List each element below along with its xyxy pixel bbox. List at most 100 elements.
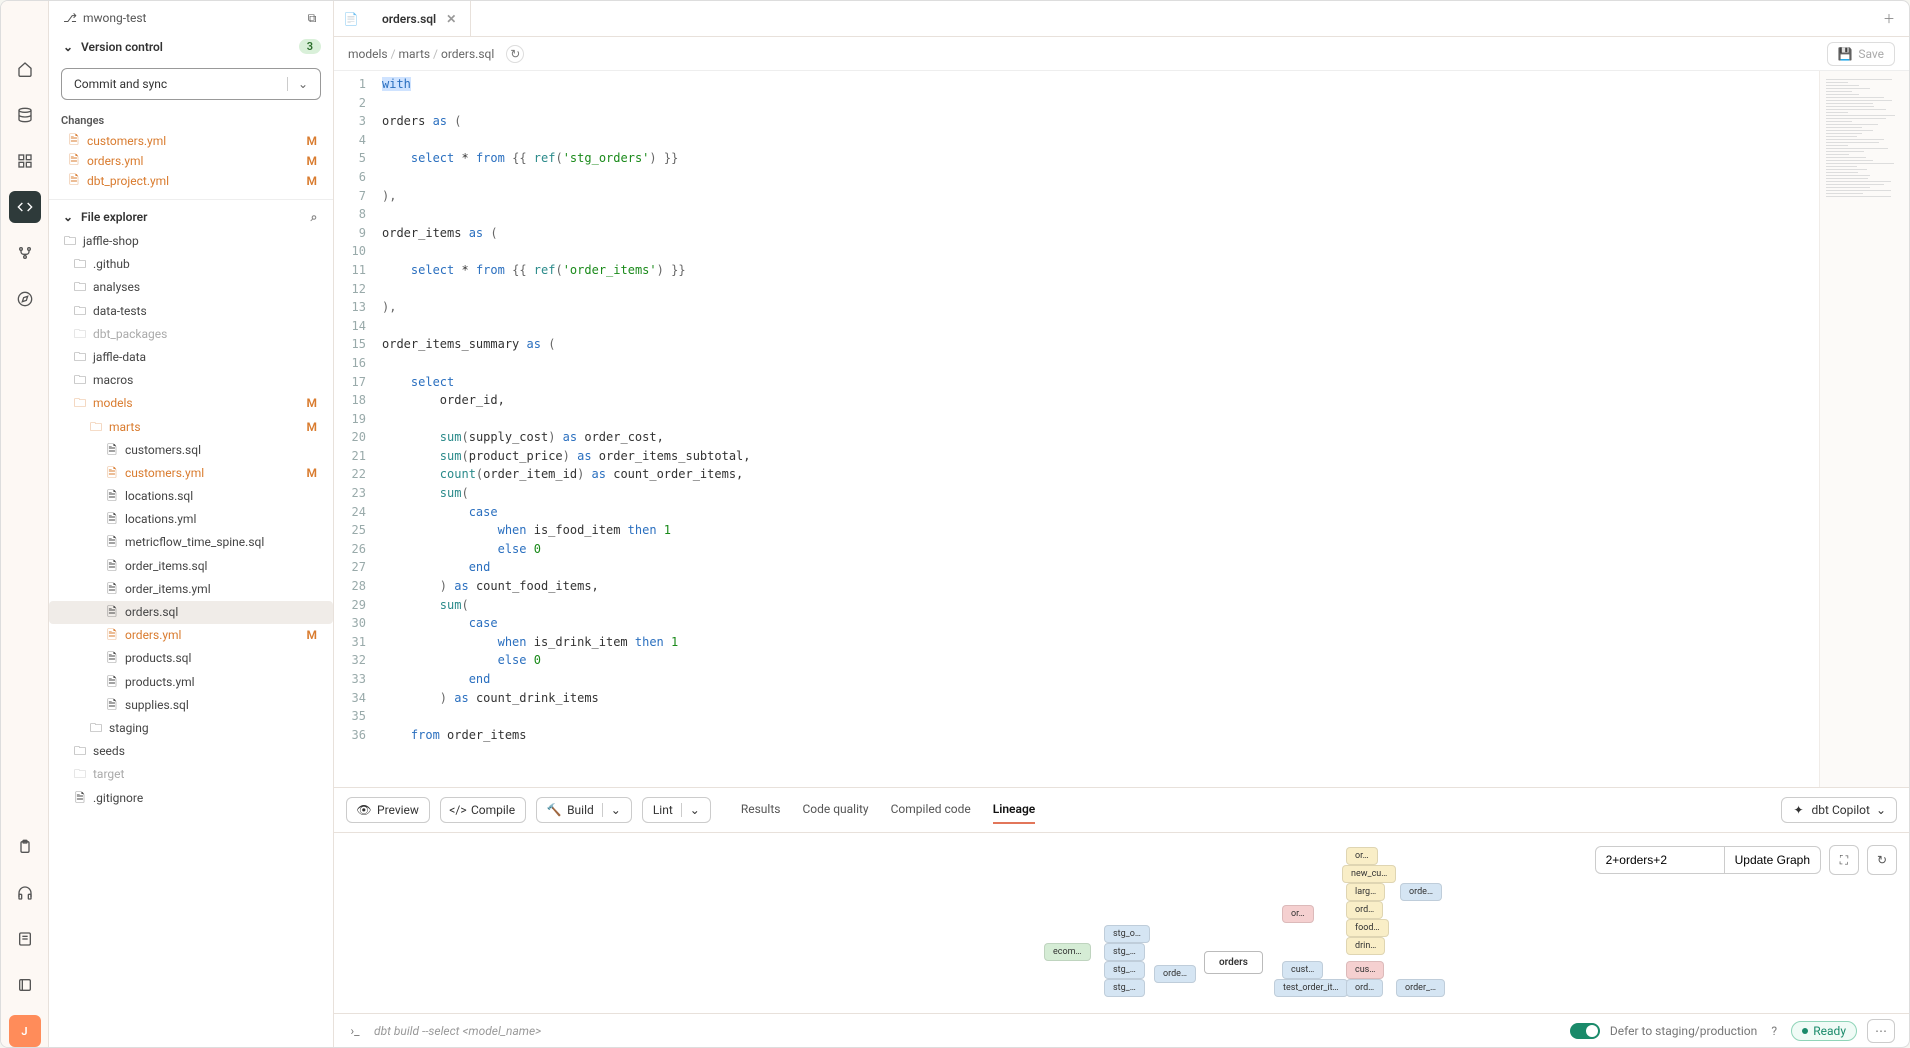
tree-folder[interactable]: 🗀dbt_packages	[49, 323, 333, 346]
tree-folder[interactable]: 🗀jaffle-shop	[49, 230, 333, 253]
tree-folder[interactable]: 🗀analyses	[49, 276, 333, 299]
chevron-down-icon[interactable]: ⌄	[287, 77, 308, 91]
add-tab-button[interactable]: ＋	[1869, 10, 1909, 27]
code-content[interactable]: with orders as ( select * from {{ ref('s…	[374, 71, 1819, 787]
build-button[interactable]: 🔨Build⌄	[536, 797, 632, 823]
lineage-node[interactable]: ecom…	[1044, 943, 1091, 961]
breadcrumb-segment[interactable]: models	[348, 47, 388, 61]
lineage-node[interactable]: orde…	[1400, 883, 1442, 901]
lineage-node[interactable]: drin…	[1346, 937, 1385, 955]
lineage-panel[interactable]: Update Graph ⛶ ↻ ecom…stg_o…stg_…stg_…st…	[334, 833, 1909, 1013]
ready-label: Ready	[1813, 1024, 1846, 1038]
breadcrumb-segment[interactable]: marts	[399, 47, 431, 61]
refresh-icon[interactable]: ↻	[1867, 845, 1897, 875]
file-icon: 🗎	[105, 466, 119, 480]
update-graph-button[interactable]: Update Graph	[1725, 846, 1821, 874]
version-control-header[interactable]: ⌄ Version control 3	[49, 31, 333, 62]
grid-icon[interactable]	[9, 145, 41, 177]
close-icon[interactable]: ✕	[446, 12, 456, 26]
dbt-copilot-button[interactable]: ✦dbt Copilot⌄	[1781, 797, 1897, 823]
tree-file[interactable]: 🗎supplies.sql	[49, 694, 333, 717]
tab-lineage[interactable]: Lineage	[993, 796, 1036, 824]
tab-orders-sql[interactable]: orders.sql ✕	[368, 1, 471, 36]
lineage-node[interactable]: stg_…	[1104, 943, 1145, 961]
headphones-icon[interactable]	[9, 877, 41, 909]
lineage-node[interactable]: stg_…	[1104, 961, 1145, 979]
tree-file[interactable]: 🗎order_items.yml	[49, 578, 333, 601]
code-editor[interactable]: 1234567891011121314151617181920212223242…	[334, 71, 1909, 787]
lineage-filter-input[interactable]	[1595, 846, 1725, 874]
clipboard-icon[interactable]	[9, 831, 41, 863]
fullscreen-icon[interactable]: ⛶	[1829, 845, 1859, 875]
lineage-node[interactable]: stg_o…	[1104, 925, 1150, 943]
change-row[interactable]: 🗎orders.ymlM	[49, 151, 333, 171]
refresh-icon[interactable]: ↻	[506, 45, 524, 63]
code-icon[interactable]	[9, 191, 41, 223]
branch-indicator[interactable]: ⎇ mwong-test ⧉	[49, 1, 333, 31]
search-icon[interactable]: ⌕	[307, 210, 321, 224]
tree-file[interactable]: 🗎customers.sql	[49, 439, 333, 462]
lint-button[interactable]: Lint⌄	[642, 797, 711, 823]
lineage-node[interactable]: food…	[1346, 919, 1389, 937]
change-row[interactable]: 🗎dbt_project.ymlM	[49, 171, 333, 191]
lineage-node[interactable]: or…	[1282, 905, 1314, 923]
lineage-node[interactable]: ord…	[1346, 979, 1383, 997]
file-explorer-header[interactable]: ⌄ File explorer ⌕	[49, 199, 333, 230]
tree-file[interactable]: 🗎.gitignore	[49, 787, 333, 810]
database-icon[interactable]	[9, 99, 41, 131]
tab-compiled-code[interactable]: Compiled code	[891, 796, 971, 824]
branch-icon[interactable]	[9, 237, 41, 269]
lineage-node[interactable]: stg_…	[1104, 979, 1145, 997]
tree-folder[interactable]: 🗀jaffle-data	[49, 346, 333, 369]
tree-file[interactable]: 🗎orders.sql	[49, 601, 333, 624]
lineage-node[interactable]: new_cu…	[1342, 865, 1396, 883]
compass-icon[interactable]	[9, 283, 41, 315]
copy-icon[interactable]: ⧉	[305, 11, 319, 25]
change-row[interactable]: 🗎customers.ymlM	[49, 131, 333, 151]
tree-folder[interactable]: 🗀martsM	[49, 416, 333, 439]
tab-results[interactable]: Results	[741, 796, 781, 824]
lineage-node[interactable]: cus…	[1346, 961, 1384, 979]
home-icon[interactable]	[9, 53, 41, 85]
tree-folder[interactable]: 🗀seeds	[49, 740, 333, 763]
tree-file[interactable]: 🗎locations.sql	[49, 485, 333, 508]
tree-folder[interactable]: 🗀staging	[49, 717, 333, 740]
tree-folder[interactable]: 🗀data-tests	[49, 300, 333, 323]
tree-file[interactable]: 🗎locations.yml	[49, 508, 333, 531]
lineage-node[interactable]: cust…	[1282, 961, 1323, 979]
tree-file[interactable]: 🗎order_items.sql	[49, 555, 333, 578]
avatar-icon[interactable]: J	[9, 1015, 41, 1047]
lineage-node[interactable]: order_…	[1396, 979, 1445, 997]
lineage-node-focus[interactable]: orders	[1204, 951, 1263, 974]
tree-file[interactable]: 🗎customers.ymlM	[49, 462, 333, 485]
more-menu-button[interactable]: ⋯	[1867, 1019, 1895, 1043]
tree-folder[interactable]: 🗀.github	[49, 253, 333, 276]
chevron-down-icon[interactable]: ⌄	[611, 803, 621, 817]
file-icon: 🗎	[105, 629, 119, 643]
save-button[interactable]: 💾 Save	[1827, 42, 1895, 66]
settings-icon[interactable]	[9, 969, 41, 1001]
tree-file[interactable]: 🗎products.sql	[49, 647, 333, 670]
lineage-node[interactable]: test_order_it…	[1274, 979, 1348, 997]
tree-folder[interactable]: 🗀target	[49, 763, 333, 786]
preview-button[interactable]: 👁Preview	[346, 797, 430, 823]
lineage-node[interactable]: or…	[1346, 847, 1378, 865]
tree-file[interactable]: 🗎products.yml	[49, 671, 333, 694]
help-icon[interactable]: ?	[1767, 1024, 1781, 1038]
compile-button[interactable]: </>Compile	[440, 797, 526, 823]
breadcrumb-segment[interactable]: orders.sql	[441, 47, 494, 61]
commit-and-sync-button[interactable]: Commit and sync ⌄	[61, 68, 321, 100]
tab-code-quality[interactable]: Code quality	[802, 796, 868, 824]
tree-file[interactable]: 🗎metricflow_time_spine.sql	[49, 531, 333, 554]
chevron-down-icon[interactable]: ⌄	[690, 803, 700, 817]
lineage-node[interactable]: ord…	[1346, 901, 1383, 919]
command-input[interactable]: dbt build --select <model_name>	[374, 1024, 541, 1038]
tree-folder[interactable]: 🗀modelsM	[49, 392, 333, 415]
lineage-node[interactable]: orde…	[1154, 965, 1196, 983]
tree-folder[interactable]: 🗀macros	[49, 369, 333, 392]
docs-icon[interactable]	[9, 923, 41, 955]
defer-toggle[interactable]	[1570, 1023, 1600, 1039]
lineage-node[interactable]: larg…	[1346, 883, 1385, 901]
minimap[interactable]	[1819, 71, 1909, 787]
tree-file[interactable]: 🗎orders.ymlM	[49, 624, 333, 647]
